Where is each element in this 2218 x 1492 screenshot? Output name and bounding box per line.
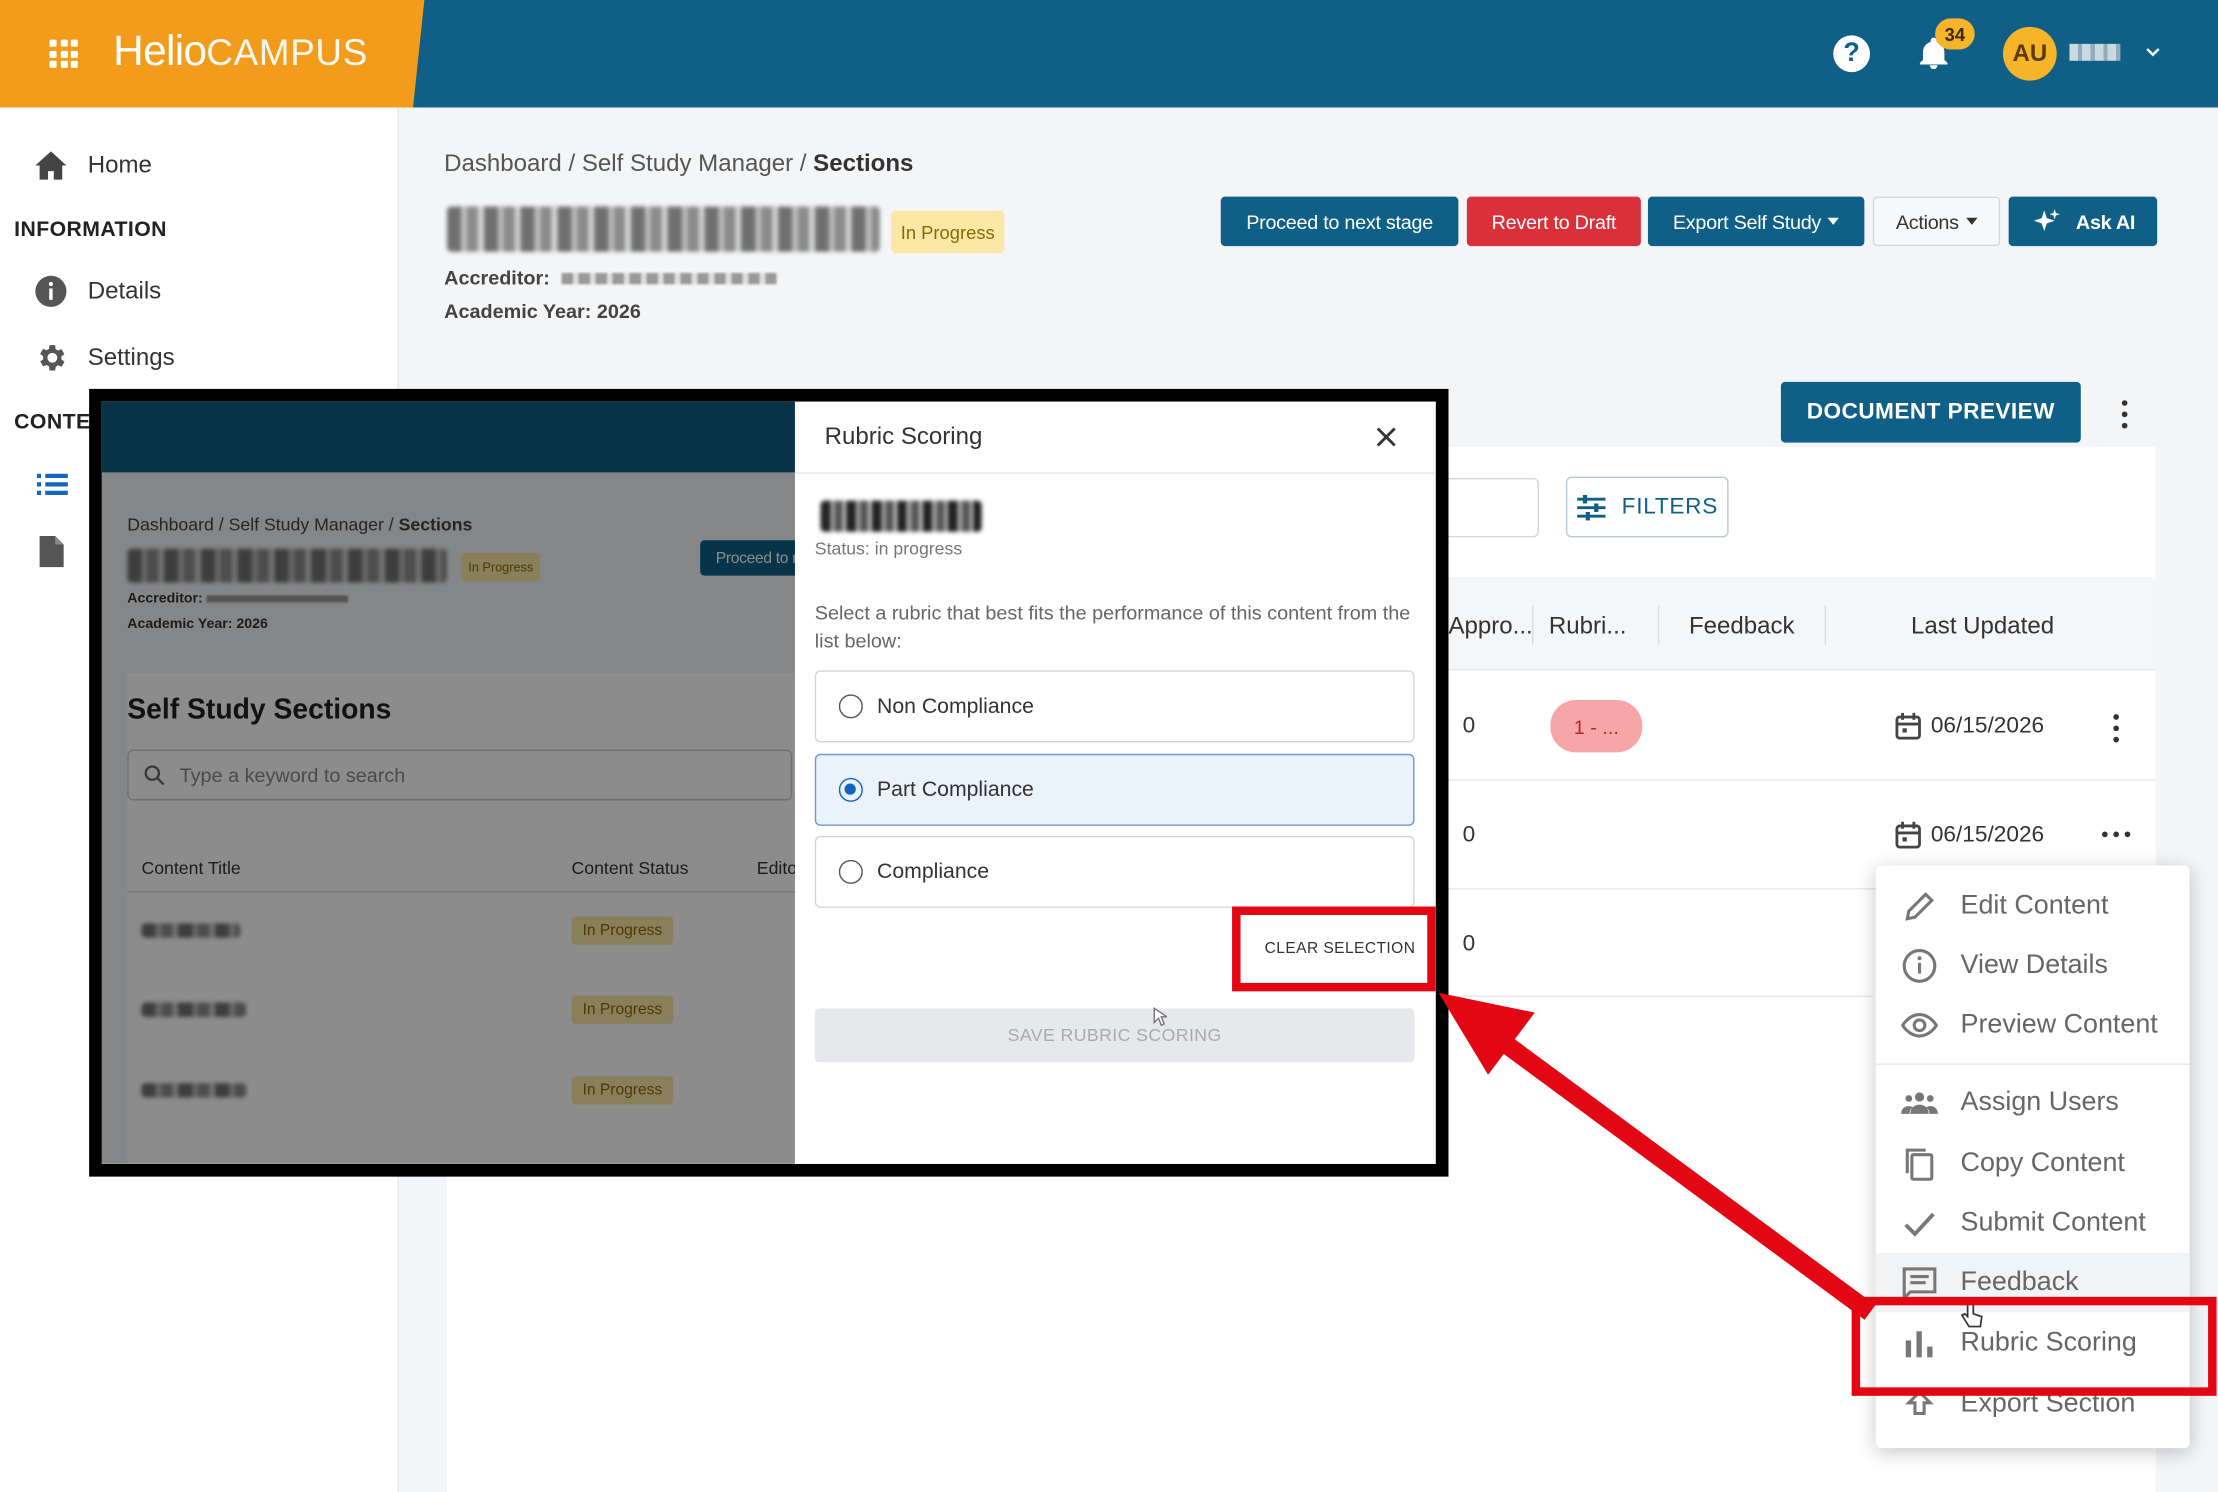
annotation-arrow: [1438, 992, 1876, 1320]
